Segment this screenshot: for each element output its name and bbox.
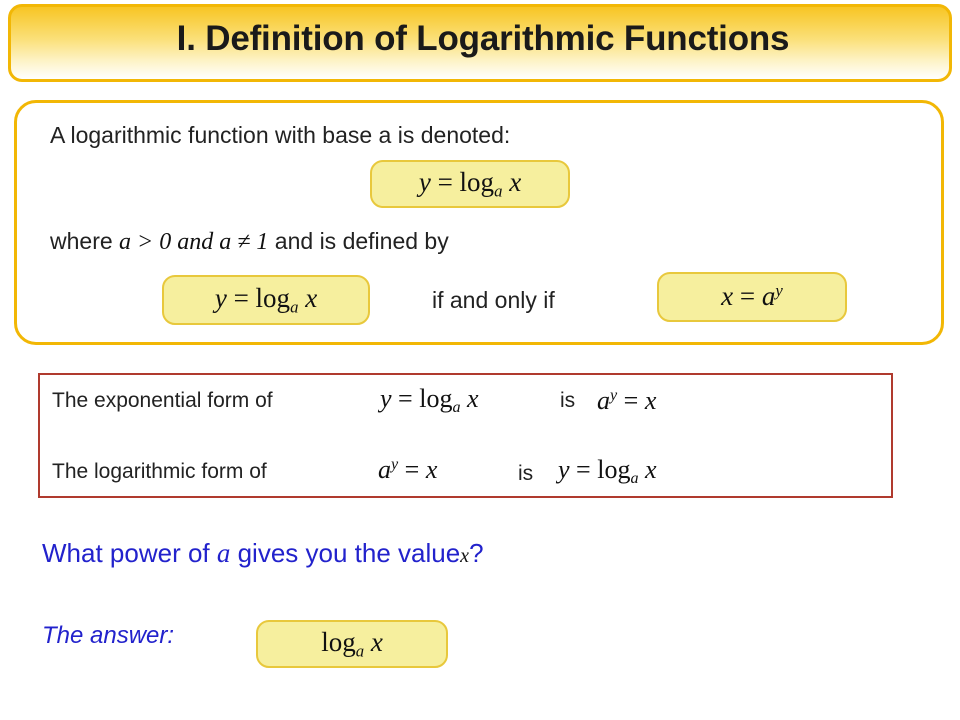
formula-iff-left: y = loga x xyxy=(214,282,318,317)
iff-connector: if and only if xyxy=(432,287,555,313)
formula-chip-definition: y = loga x xyxy=(370,160,570,208)
formula-definition: y = loga x xyxy=(418,166,522,201)
formula-chip-iff-right: x = ay xyxy=(657,272,847,322)
formula-answer: loga x xyxy=(321,626,383,661)
answer-label: The answer: xyxy=(42,622,175,649)
question-variable: a xyxy=(216,538,231,568)
exponential-form-label: The exponential form of xyxy=(52,389,273,412)
question-part-2: gives you the value xyxy=(230,538,461,568)
exponential-form-result: ay = x xyxy=(597,386,657,415)
formula-chip-answer: loga x xyxy=(256,620,448,668)
logarithmic-form-source: ay = x xyxy=(378,455,438,484)
exponential-form-is: is xyxy=(560,389,576,412)
formula-iff-right: x = ay xyxy=(721,281,783,312)
question-part-1: What power of xyxy=(42,538,217,568)
slide-canvas: I. Definition of Logarithmic Functions A… xyxy=(0,0,960,720)
definition-line-2-math: a > 0 and a ≠ 1 xyxy=(119,229,269,255)
definition-line-2: where a > 0 and a ≠ 1 and is defined by xyxy=(50,228,449,256)
logarithmic-form-result: y = loga x xyxy=(558,455,657,488)
definition-line-2-post: and is defined by xyxy=(268,228,449,254)
question-value: x xyxy=(460,545,470,567)
logarithmic-form-is: is xyxy=(518,462,534,485)
question-text: What power of a gives you the valuex? xyxy=(42,538,484,569)
title-bar: I. Definition of Logarithmic Functions xyxy=(8,4,952,82)
formula-chip-iff-left: y = loga x xyxy=(162,275,370,325)
exponential-form-source: y = loga x xyxy=(380,384,479,417)
definition-line-1: A logarithmic function with base a is de… xyxy=(50,122,511,148)
question-mark: ? xyxy=(469,538,484,568)
page-title: I. Definition of Logarithmic Functions xyxy=(176,19,790,58)
definition-line-2-pre: where xyxy=(50,228,120,254)
logarithmic-form-label: The logarithmic form of xyxy=(52,460,267,483)
